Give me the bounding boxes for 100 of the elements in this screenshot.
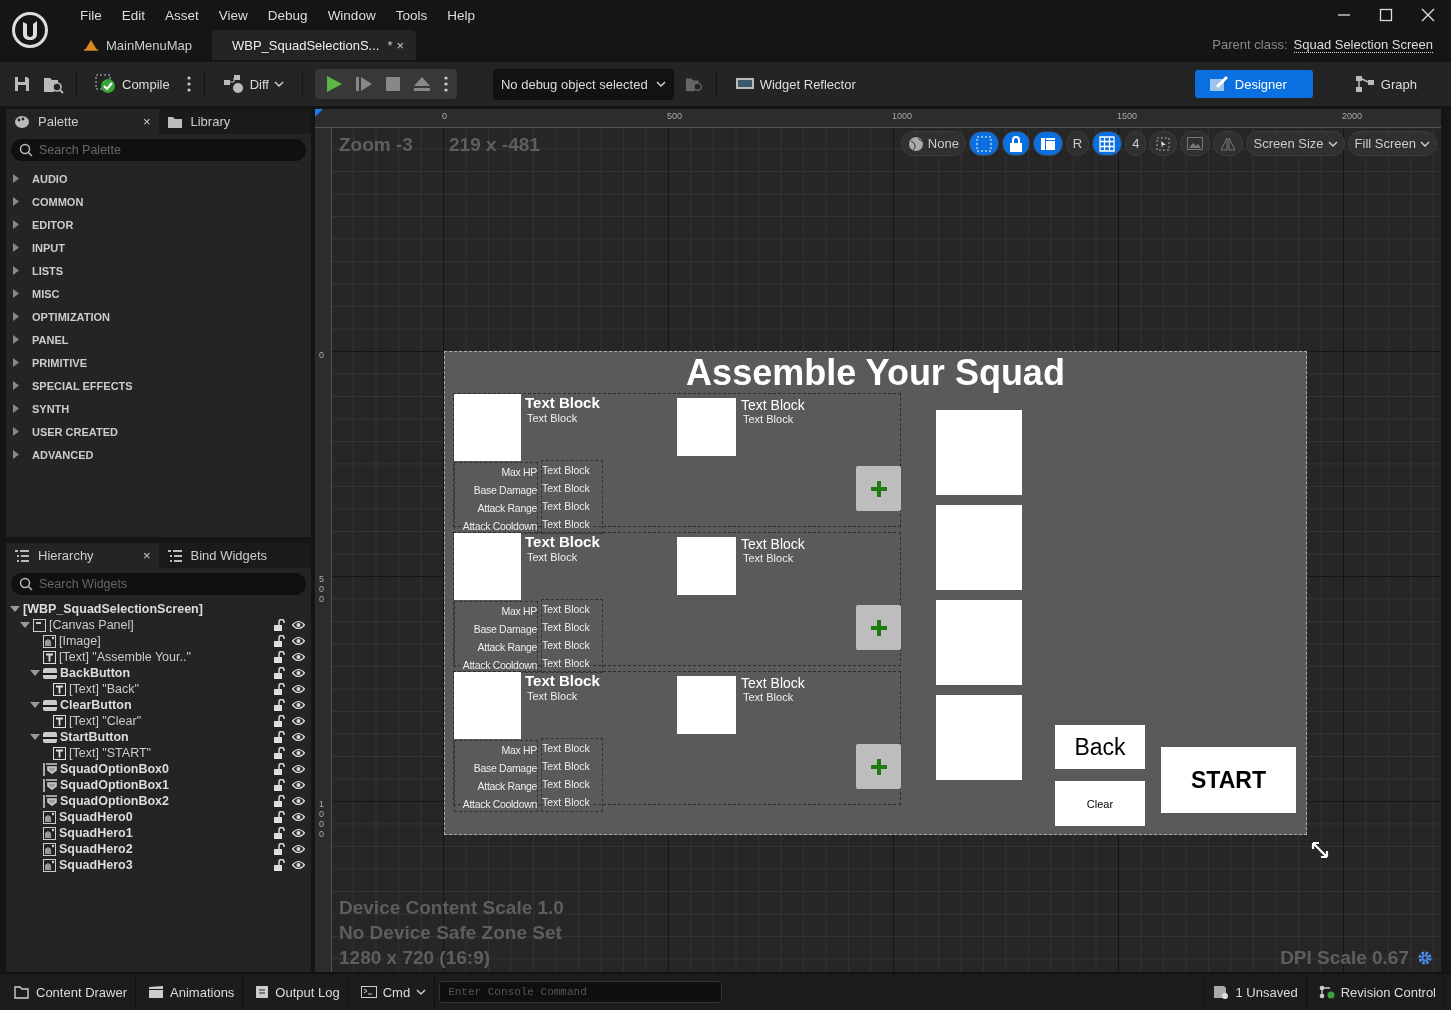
expand-arrow-icon[interactable] <box>30 668 40 678</box>
unlocked-icon[interactable] <box>274 683 286 695</box>
panel-tab[interactable]: Library <box>158 109 311 134</box>
add-button[interactable] <box>856 605 901 650</box>
menu-item[interactable]: Tools <box>385 7 438 23</box>
unlocked-icon[interactable] <box>274 699 286 711</box>
search-field[interactable]: Search Widgets <box>11 573 306 595</box>
menu-item[interactable]: Asset <box>155 7 209 23</box>
console-input[interactable]: Enter Console Command <box>439 981 723 1003</box>
step-icon[interactable] <box>354 75 373 93</box>
unlocked-icon[interactable] <box>274 747 286 759</box>
more-options-icon[interactable] <box>442 75 449 93</box>
hierarchy-item[interactable]: SquadHero3 <box>59 858 133 872</box>
start-button[interactable]: START <box>1161 747 1296 813</box>
hierarchy-item[interactable]: SquadHero2 <box>59 842 133 856</box>
palette-category[interactable]: SYNTH <box>6 397 311 420</box>
palette-category[interactable]: EDITOR <box>6 213 311 236</box>
dropdown-button[interactable]: Fill Screen <box>1347 131 1437 156</box>
panel-close-button[interactable]: × <box>142 548 151 563</box>
palette-category[interactable]: LISTS <box>6 259 311 282</box>
palette-category[interactable]: MISC <box>6 282 311 305</box>
unlocked-icon[interactable] <box>274 859 286 871</box>
eye-icon[interactable] <box>292 860 305 870</box>
clear-button[interactable]: Clear <box>1055 781 1145 826</box>
engine-logo-icon[interactable] <box>10 10 50 50</box>
unlocked-icon[interactable] <box>274 811 286 823</box>
unlocked-icon[interactable] <box>274 795 286 807</box>
eye-icon[interactable] <box>292 620 305 630</box>
back-button[interactable]: Back <box>1055 725 1145 769</box>
eye-icon[interactable] <box>292 748 305 758</box>
hierarchy-item[interactable]: [Text] "START" <box>69 746 152 760</box>
viewport-tool-button[interactable]: R <box>1065 131 1090 156</box>
palette-category[interactable]: PRIMITIVE <box>6 351 311 374</box>
hierarchy-item[interactable]: [WBP_SquadSelectionScreen] <box>23 602 203 616</box>
add-button[interactable] <box>856 744 901 789</box>
eye-icon[interactable] <box>292 796 305 806</box>
menu-item[interactable]: Help <box>437 7 485 23</box>
panel-close-button[interactable]: × <box>142 114 151 129</box>
palette-category[interactable]: ADVANCED <box>6 443 311 466</box>
menu-item[interactable]: Window <box>317 7 386 23</box>
unsaved-button[interactable]: 1 Unsaved <box>1204 976 1307 1008</box>
unlocked-icon[interactable] <box>274 667 286 679</box>
stop-icon[interactable] <box>384 76 401 92</box>
hierarchy-item[interactable]: [Text] "Back" <box>69 682 139 696</box>
cmd-dropdown[interactable]: Cmd <box>352 976 436 1008</box>
status-bar-button[interactable]: Output Log <box>247 976 349 1008</box>
menu-item[interactable]: Edit <box>111 7 156 23</box>
hierarchy-item[interactable]: StartButton <box>60 730 129 744</box>
menu-item[interactable]: Debug <box>257 7 318 23</box>
unlocked-icon[interactable] <box>274 827 286 839</box>
unlocked-icon[interactable] <box>274 619 286 631</box>
settings-icon[interactable] <box>1417 949 1433 966</box>
unlocked-icon[interactable] <box>274 635 286 647</box>
viewport-tool-button[interactable] <box>1092 131 1123 156</box>
parent-class-link[interactable]: Squad Selection Screen <box>1293 37 1433 53</box>
eye-icon[interactable] <box>292 684 305 694</box>
expand-arrow-icon[interactable] <box>10 604 20 614</box>
document-tab[interactable]: MainMenuMap <box>72 30 204 60</box>
hierarchy-item[interactable]: SquadHero1 <box>59 826 133 840</box>
palette-category[interactable]: INPUT <box>6 236 311 259</box>
viewport-tool-button[interactable]: 4 <box>1125 131 1147 156</box>
unlocked-icon[interactable] <box>274 763 286 775</box>
hierarchy-item[interactable]: ClearButton <box>60 698 132 712</box>
close-icon[interactable] <box>1421 8 1435 22</box>
eye-icon[interactable] <box>292 716 305 726</box>
save-icon[interactable] <box>12 74 32 94</box>
status-bar-button[interactable]: Content Drawer <box>6 976 137 1008</box>
status-bar-button[interactable]: Animations <box>140 976 244 1008</box>
expand-arrow-icon[interactable] <box>20 620 30 630</box>
palette-category[interactable]: COMMON <box>6 190 311 213</box>
hierarchy-item[interactable]: BackButton <box>60 666 131 680</box>
palette-category[interactable]: USER CREATED <box>6 420 311 443</box>
expand-arrow-icon[interactable] <box>30 732 40 742</box>
eye-icon[interactable] <box>292 652 305 662</box>
expand-arrow-icon[interactable] <box>30 700 40 710</box>
eye-icon[interactable] <box>292 668 305 678</box>
hierarchy-item[interactable]: [Canvas Panel] <box>49 618 134 632</box>
debug-object-dropdown[interactable]: No debug object selected <box>492 68 674 100</box>
eye-icon[interactable] <box>292 764 305 774</box>
dropdown-button[interactable]: Screen Size <box>1246 131 1345 156</box>
menu-item[interactable]: File <box>70 7 112 23</box>
panel-tab[interactable]: Palette × <box>6 109 159 134</box>
maximize-icon[interactable] <box>1379 8 1393 22</box>
eject-icon[interactable] <box>412 75 431 93</box>
play-icon[interactable] <box>324 75 343 93</box>
mode-button[interactable]: Graph <box>1340 70 1439 98</box>
viewport-tool-button[interactable] <box>1032 131 1063 156</box>
unlocked-icon[interactable] <box>274 843 286 855</box>
unlocked-icon[interactable] <box>274 715 286 727</box>
eye-icon[interactable] <box>292 700 305 710</box>
add-button[interactable] <box>856 466 901 511</box>
unlocked-icon[interactable] <box>274 731 286 743</box>
search-field[interactable]: Search Palette <box>11 139 306 161</box>
palette-category[interactable]: AUDIO <box>6 167 311 190</box>
unlocked-icon[interactable] <box>274 779 286 791</box>
hierarchy-item[interactable]: SquadOptionBox2 <box>60 794 170 808</box>
panel-tab[interactable]: Hierarchy × <box>6 543 159 568</box>
eye-icon[interactable] <box>292 828 305 838</box>
hierarchy-item[interactable]: [Image] <box>59 634 101 648</box>
unlocked-icon[interactable] <box>274 651 286 663</box>
